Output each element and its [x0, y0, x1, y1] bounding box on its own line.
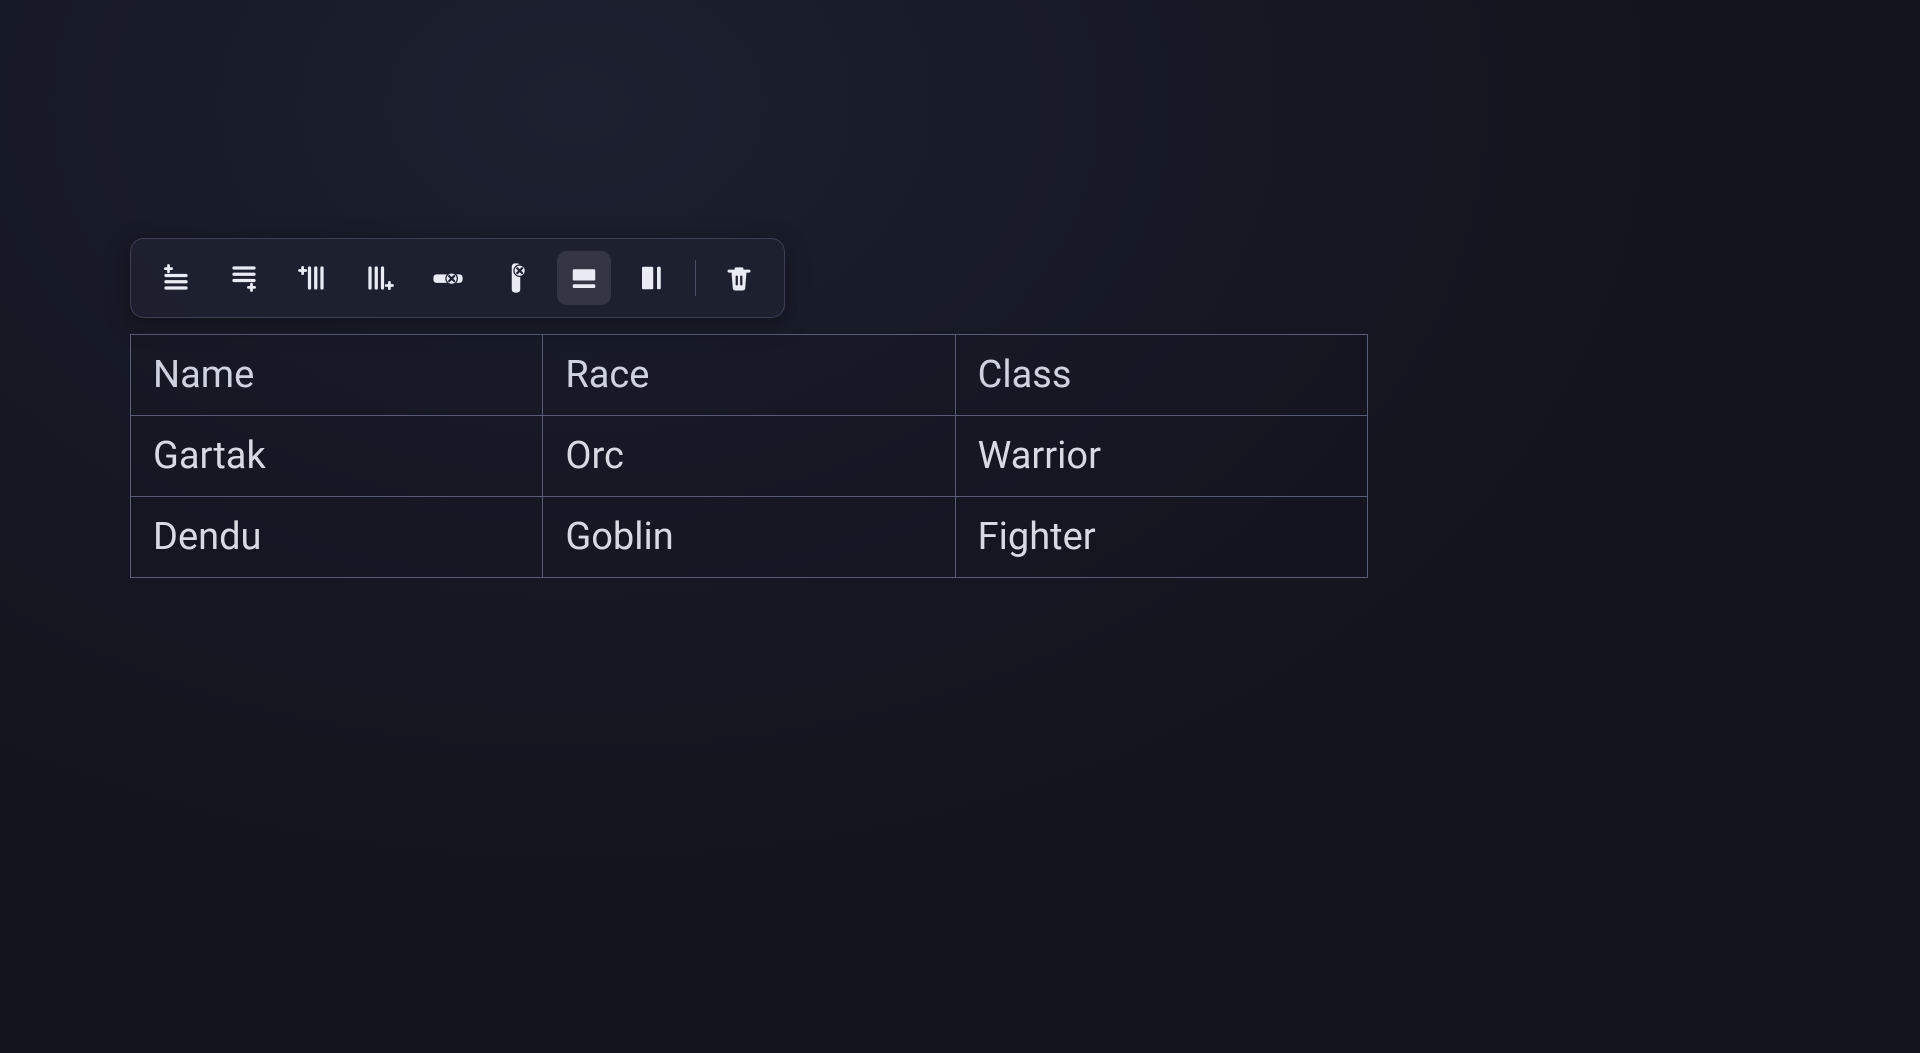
- table-cell[interactable]: Fighter: [955, 497, 1367, 578]
- table-toolbar: [130, 238, 785, 318]
- table-cell[interactable]: Orc: [543, 416, 955, 497]
- table-header-row[interactable]: Name Race Class: [131, 335, 1368, 416]
- insert-column-right-button[interactable]: [353, 251, 407, 305]
- table-row[interactable]: Dendu Goblin Fighter: [131, 497, 1368, 578]
- row-insert-below-icon: [229, 263, 259, 293]
- col-insert-right-icon: [365, 263, 395, 293]
- insert-row-above-button[interactable]: [149, 251, 203, 305]
- row-delete-icon: [431, 263, 465, 293]
- table-header-cell[interactable]: Race: [543, 335, 955, 416]
- table-header-cell[interactable]: Class: [955, 335, 1367, 416]
- delete-table-button[interactable]: [712, 251, 766, 305]
- table-cell[interactable]: Warrior: [955, 416, 1367, 497]
- toggle-header-column-button[interactable]: [625, 251, 679, 305]
- table-row[interactable]: Gartak Orc Warrior: [131, 416, 1368, 497]
- table-cell[interactable]: Gartak: [131, 416, 543, 497]
- col-delete-icon: [501, 261, 531, 295]
- data-table[interactable]: Name Race Class Gartak Orc Warrior Dendu…: [130, 334, 1368, 578]
- col-insert-left-icon: [297, 263, 327, 293]
- insert-column-left-button[interactable]: [285, 251, 339, 305]
- header-row-icon: [569, 263, 599, 293]
- toolbar-divider: [695, 260, 696, 296]
- insert-row-below-button[interactable]: [217, 251, 271, 305]
- table-cell[interactable]: Goblin: [543, 497, 955, 578]
- table-header-cell[interactable]: Name: [131, 335, 543, 416]
- header-column-icon: [637, 263, 667, 293]
- row-insert-above-icon: [161, 263, 191, 293]
- toggle-header-row-button[interactable]: [557, 251, 611, 305]
- delete-row-button[interactable]: [421, 251, 475, 305]
- table-cell[interactable]: Dendu: [131, 497, 543, 578]
- trash-icon: [724, 263, 754, 293]
- delete-column-button[interactable]: [489, 251, 543, 305]
